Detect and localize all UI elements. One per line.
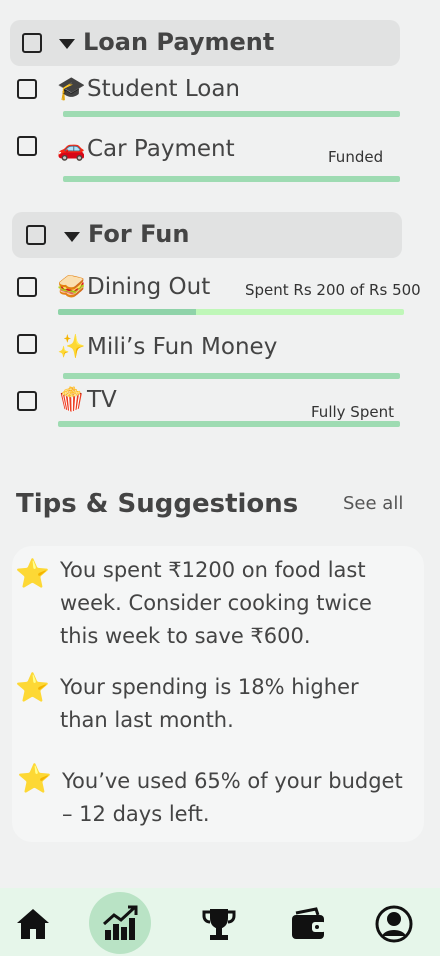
progress-bar bbox=[58, 309, 404, 315]
tip-text: You spent ₹1200 on food last week. Consi… bbox=[60, 558, 372, 648]
group-header-loan-payment[interactable]: Loan Payment bbox=[10, 20, 400, 66]
wallet-icon[interactable] bbox=[281, 896, 337, 952]
car-icon: 🚗 bbox=[57, 136, 86, 162]
list-item-label: 🎓Student Loan bbox=[57, 76, 241, 102]
group-title: For Fun bbox=[88, 220, 190, 248]
profile-icon[interactable] bbox=[366, 896, 422, 952]
collapse-triangle-icon[interactable] bbox=[59, 39, 75, 49]
item-checkbox[interactable] bbox=[17, 277, 37, 297]
group-checkbox[interactable] bbox=[26, 225, 46, 245]
star-icon: ⭐ bbox=[17, 762, 52, 795]
see-all-link[interactable]: See all bbox=[343, 493, 403, 514]
sandwich-icon: 🥪 bbox=[57, 274, 86, 300]
star-icon: ⭐ bbox=[15, 557, 50, 590]
status-text: Fully Spent bbox=[311, 403, 394, 421]
list-item-label: 🥪Dining Out bbox=[57, 274, 211, 300]
progress-bar bbox=[63, 111, 400, 117]
status-text: Funded bbox=[328, 148, 384, 166]
tip-text: Your spending is 18% higher than last mo… bbox=[60, 675, 359, 732]
group-checkbox[interactable] bbox=[22, 33, 42, 53]
progress-bar bbox=[63, 176, 400, 182]
graduation-cap-icon: 🎓 bbox=[57, 76, 86, 102]
item-checkbox[interactable] bbox=[17, 136, 37, 156]
chart-icon[interactable] bbox=[89, 892, 151, 954]
bottom-nav bbox=[0, 888, 440, 956]
trophy-icon[interactable] bbox=[191, 896, 247, 952]
list-item-label: ✨Mili’s Fun Money bbox=[57, 334, 278, 360]
item-checkbox[interactable] bbox=[17, 79, 37, 99]
status-text: Spent Rs 200 of Rs 500 bbox=[245, 281, 421, 299]
section-title: Tips & Suggestions bbox=[16, 489, 299, 519]
group-header-for-fun[interactable]: For Fun bbox=[12, 212, 402, 258]
sparkles-icon: ✨ bbox=[57, 334, 86, 360]
item-checkbox[interactable] bbox=[17, 391, 37, 411]
tip-text: You’ve used 65% of your budget – 12 days… bbox=[62, 769, 403, 826]
popcorn-icon: 🍿 bbox=[57, 387, 86, 413]
list-item-label: 🚗Car Payment bbox=[57, 136, 235, 162]
progress-fill bbox=[58, 309, 197, 315]
star-icon: ⭐ bbox=[15, 671, 50, 704]
list-item-label: 🍿TV bbox=[57, 387, 117, 413]
group-title: Loan Payment bbox=[83, 28, 275, 56]
progress-bar bbox=[63, 373, 400, 379]
item-checkbox[interactable] bbox=[17, 334, 37, 354]
collapse-triangle-icon[interactable] bbox=[64, 232, 80, 242]
home-icon[interactable] bbox=[5, 896, 61, 952]
progress-bar bbox=[58, 421, 400, 427]
